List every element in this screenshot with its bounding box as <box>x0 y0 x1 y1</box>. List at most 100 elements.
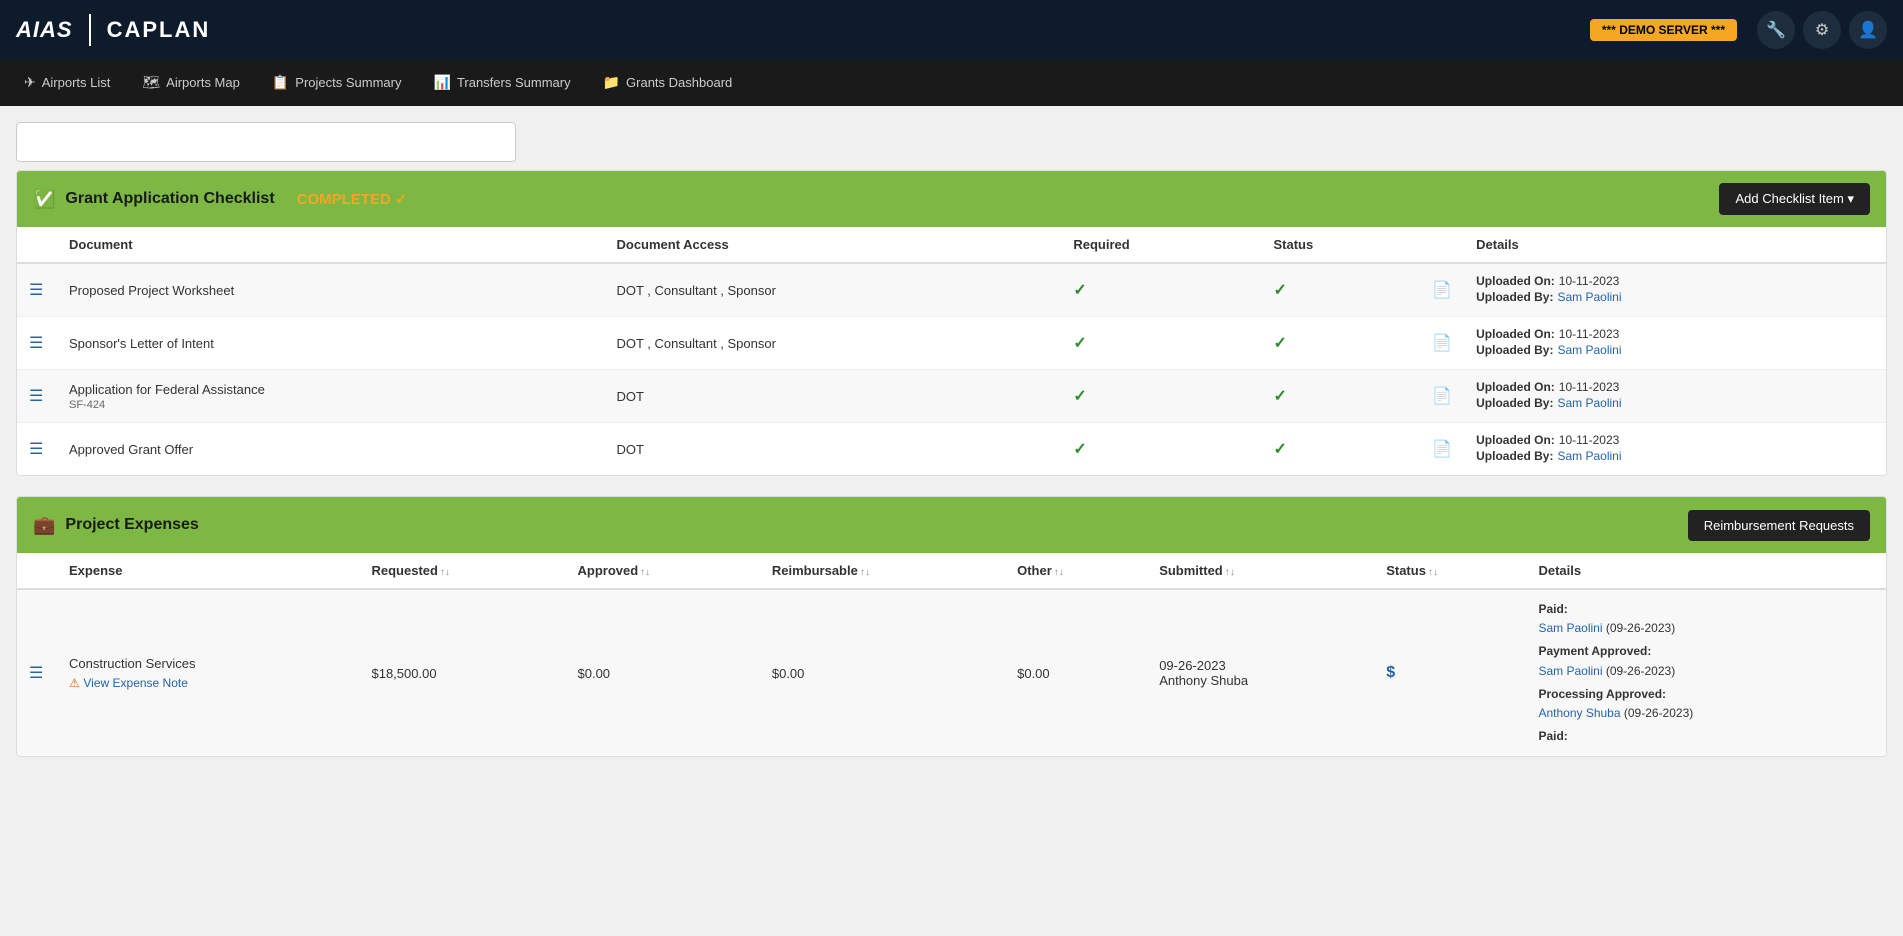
status-check: ✓ <box>1273 282 1286 299</box>
expenses-title: Project Expenses <box>65 516 198 534</box>
paid-label-2: Paid: <box>1538 729 1567 743</box>
status-check: ✓ <box>1273 388 1286 405</box>
processing-approved-by-link[interactable]: Anthony Shuba <box>1538 706 1620 720</box>
hamburger-icon: ☰ <box>29 441 43 458</box>
checklist-table-row: ☰ Application for Federal Assistance SF-… <box>17 370 1886 423</box>
file-icon: 📄 <box>1432 282 1452 299</box>
row-doc-file-icon[interactable]: 📄 <box>1420 423 1464 476</box>
row-details: Uploaded On: 10-11-2023 Uploaded By: Sam… <box>1464 263 1886 317</box>
uploaded-by-label: Uploaded By: <box>1476 396 1553 410</box>
tool-button[interactable]: 🔧 <box>1757 11 1795 49</box>
uploaded-on-value: 10-11-2023 <box>1559 274 1620 288</box>
row-document: Sponsor's Letter of Intent <box>57 317 604 370</box>
submitted-by: Anthony Shuba <box>1159 673 1362 688</box>
menu-item-grants-dashboard[interactable]: 📁 Grants Dashboard <box>587 60 749 106</box>
uploaded-on-label: Uploaded On: <box>1476 274 1555 288</box>
logo-divider <box>89 14 91 46</box>
row-other: $0.00 <box>1005 589 1147 756</box>
status-check: ✓ <box>1273 441 1286 458</box>
col-expense: Expense <box>57 553 359 589</box>
row-menu-icon[interactable]: ☰ <box>17 317 57 370</box>
row-reimbursable: $0.00 <box>760 589 1005 756</box>
payment-approved-date: (09-26-2023) <box>1606 664 1675 678</box>
row-access: DOT <box>604 370 1061 423</box>
menu-item-airports-list[interactable]: ✈ Airports List <box>8 60 126 106</box>
airports-list-icon: ✈ <box>24 74 36 91</box>
file-icon: 📄 <box>1432 388 1452 405</box>
document-sublabel: SF-424 <box>69 399 592 411</box>
col-status: Status <box>1261 227 1420 263</box>
uploaded-by-link[interactable]: Sam Paolini <box>1557 449 1621 463</box>
col-approved: Approved↑↓ <box>566 553 760 589</box>
dollar-status-icon: $ <box>1386 664 1395 681</box>
document-name: Application for Federal Assistance <box>69 382 592 397</box>
reimbursement-requests-button[interactable]: Reimbursement Requests <box>1688 510 1870 541</box>
row-menu-icon[interactable]: ☰ <box>17 589 57 756</box>
row-menu-icon[interactable]: ☰ <box>17 370 57 423</box>
file-icon: 📄 <box>1432 441 1452 458</box>
row-document: Application for Federal Assistance SF-42… <box>57 370 604 423</box>
add-checklist-item-button[interactable]: Add Checklist Item ▾ <box>1719 183 1870 215</box>
expenses-header-icon: 💼 <box>33 515 55 536</box>
reimbursement-requests-label: Reimbursement Requests <box>1704 518 1854 533</box>
paid-date: (09-26-2023) <box>1606 621 1675 635</box>
document-name: Sponsor's Letter of Intent <box>69 336 592 351</box>
uploaded-by-link[interactable]: Sam Paolini <box>1557 343 1621 357</box>
row-doc-file-icon[interactable]: 📄 <box>1420 263 1464 317</box>
col-icon <box>17 227 57 263</box>
checklist-table-header: Document Document Access Required Status… <box>17 227 1886 263</box>
expense-name: Construction Services <box>69 656 347 671</box>
page-content: ✅ Grant Application Checklist COMPLETED … <box>0 122 1903 793</box>
status-check: ✓ <box>1273 335 1286 352</box>
row-submitted: 09-26-2023 Anthony Shuba <box>1147 589 1374 756</box>
col-other: Other↑↓ <box>1005 553 1147 589</box>
expenses-table-row: ☰ Construction Services ⚠ View Expense N… <box>17 589 1886 756</box>
expenses-table: Expense Requested↑↓ Approved↑↓ Reimbursa… <box>17 553 1886 756</box>
row-doc-file-icon[interactable]: 📄 <box>1420 370 1464 423</box>
uploaded-by-link[interactable]: Sam Paolini <box>1557 396 1621 410</box>
menu-item-airports-map[interactable]: 🗺 Airports Map <box>126 60 255 106</box>
logo: AIAS CAPLAN <box>16 14 210 46</box>
uploaded-on-value: 10-11-2023 <box>1559 380 1620 394</box>
row-access: DOT <box>604 423 1061 476</box>
row-menu-icon[interactable]: ☰ <box>17 423 57 476</box>
col-doc-icon <box>1420 227 1464 263</box>
hamburger-icon: ☰ <box>29 665 43 682</box>
col-document: Document <box>57 227 604 263</box>
expenses-table-header: Expense Requested↑↓ Approved↑↓ Reimbursa… <box>17 553 1886 589</box>
settings-button[interactable]: ⚙ <box>1803 11 1841 49</box>
payment-approved-by-link[interactable]: Sam Paolini <box>1538 664 1602 678</box>
row-status: ✓ <box>1261 423 1420 476</box>
row-status: $ <box>1374 589 1526 756</box>
row-details: Uploaded On: 10-11-2023 Uploaded By: Sam… <box>1464 423 1886 476</box>
row-document: Approved Grant Offer <box>57 423 604 476</box>
menu-label-grants-dashboard: Grants Dashboard <box>626 75 732 90</box>
col-reimbursable: Reimbursable↑↓ <box>760 553 1005 589</box>
menu-item-projects-summary[interactable]: 📋 Projects Summary <box>256 60 418 106</box>
user-button[interactable]: 👤 <box>1849 11 1887 49</box>
uploaded-by-link[interactable]: Sam Paolini <box>1557 290 1621 304</box>
col-details: Details <box>1526 553 1886 589</box>
view-expense-note-link[interactable]: View Expense Note <box>83 676 188 690</box>
file-icon: 📄 <box>1432 335 1452 352</box>
required-check: ✓ <box>1073 282 1086 299</box>
menu-bar: ✈ Airports List 🗺 Airports Map 📋 Project… <box>0 60 1903 106</box>
payment-approved-label: Payment Approved: <box>1538 644 1651 658</box>
expenses-title-area: 💼 Project Expenses <box>33 515 1688 536</box>
top-nav: AIAS CAPLAN *** DEMO SERVER *** 🔧 ⚙ 👤 <box>0 0 1903 60</box>
row-access: DOT , Consultant , Sponsor <box>604 263 1061 317</box>
row-menu-icon[interactable]: ☰ <box>17 263 57 317</box>
row-doc-file-icon[interactable]: 📄 <box>1420 317 1464 370</box>
grants-dashboard-icon: 📁 <box>603 74 620 91</box>
menu-label-transfers-summary: Transfers Summary <box>457 75 571 90</box>
menu-item-transfers-summary[interactable]: 📊 Transfers Summary <box>418 60 587 106</box>
hamburger-icon: ☰ <box>29 388 43 405</box>
transfers-summary-icon: 📊 <box>434 74 451 91</box>
add-checklist-item-label: Add Checklist Item ▾ <box>1735 191 1854 207</box>
paid-by-link[interactable]: Sam Paolini <box>1538 621 1602 635</box>
hamburger-icon: ☰ <box>29 282 43 299</box>
checklist-table-row: ☰ Sponsor's Letter of Intent DOT , Consu… <box>17 317 1886 370</box>
tool-icon: 🔧 <box>1766 20 1786 40</box>
airports-map-icon: 🗺 <box>142 74 160 91</box>
projects-summary-icon: 📋 <box>272 74 289 91</box>
